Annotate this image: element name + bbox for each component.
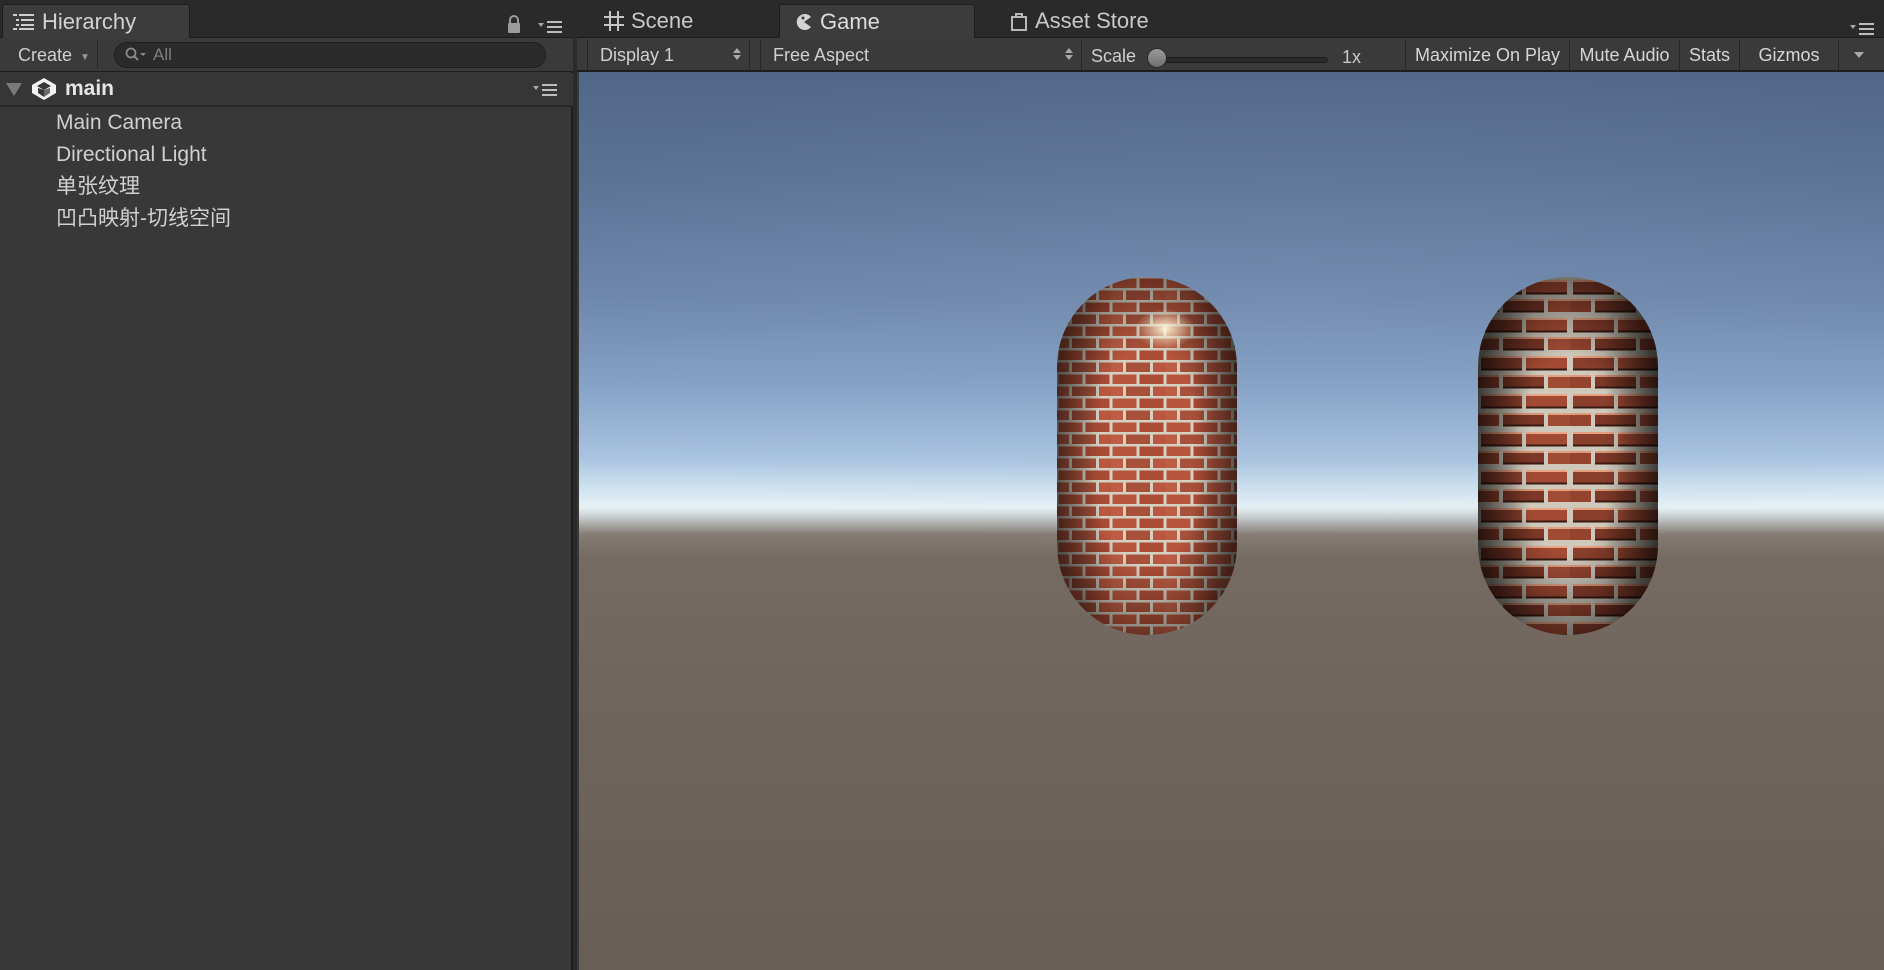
game-viewport[interactable] [579,72,1884,970]
create-label: Create [18,44,73,65]
tab-asset-store-label: Asset Store [1035,8,1149,33]
tab-hierarchy[interactable]: Hierarchy [2,4,190,38]
lock-icon[interactable] [506,14,522,34]
scale-slider-thumb[interactable] [1147,48,1167,68]
hierarchy-item-single-texture[interactable]: 单张纹理 [0,171,573,203]
chevron-down-icon: ▼ [80,51,90,63]
scale-slider-track[interactable] [1148,57,1328,63]
search-icon [125,47,146,61]
capsule-single-texture [1057,277,1237,635]
hierarchy-item-main-camera[interactable]: Main Camera [0,107,573,139]
game-tab-bar: Scene Game Asset Store [577,0,1884,38]
hierarchy-item-bump-mapping[interactable]: 凹凸映射-切线空间 [0,203,573,235]
grid-icon [604,11,624,31]
foldout-arrow-icon[interactable] [6,83,22,96]
updown-arrows-icon [733,48,741,60]
panel-menu-icon[interactable] [538,20,562,34]
tab-scene[interactable]: Scene [589,4,749,38]
bag-icon [1011,13,1027,31]
tab-asset-store[interactable]: Asset Store [995,4,1215,38]
mute-audio-button[interactable]: Mute Audio [1569,40,1679,70]
hierarchy-item-directional-light[interactable]: Directional Light [0,139,573,171]
tab-hierarchy-label: Hierarchy [42,8,137,34]
game-panel: Scene Game Asset Store Display 1 Free As… [577,0,1884,970]
hierarchy-panel: Hierarchy Create ▼ All main Main Camera … [0,0,573,970]
unity-logo-icon [32,78,56,100]
tab-scene-label: Scene [631,8,694,33]
hierarchy-tab-bar: Hierarchy [0,0,573,38]
create-dropdown[interactable]: Create ▼ [6,41,98,69]
scale-value: 1x [1342,47,1362,67]
tab-game-label: Game [820,8,880,34]
scene-name: main [65,77,115,100]
hierarchy-list-icon [13,13,35,31]
updown-arrows-icon [1065,48,1073,60]
hierarchy-search[interactable] [114,42,546,68]
maximize-on-play-button[interactable]: Maximize On Play [1405,40,1569,70]
hierarchy-tree: Main Camera Directional Light 单张纹理 凹凸映射-… [0,107,573,235]
capsule-bump-mapped [1478,277,1658,635]
scene-header-row[interactable]: main [0,73,573,107]
scene-menu-icon[interactable] [533,83,557,97]
pacman-icon [796,13,811,30]
game-panel-menu-icon[interactable] [1850,22,1874,36]
display-select[interactable]: Display 1 [587,40,750,70]
aspect-select-value: Free Aspect [773,44,870,65]
gizmos-dropdown-icon[interactable] [1854,52,1864,58]
gizmos-button[interactable]: Gizmos [1739,40,1839,70]
scale-label: Scale [1091,46,1137,66]
display-select-value: Display 1 [600,44,675,65]
aspect-select[interactable]: Free Aspect [760,40,1082,70]
hierarchy-toolbar: Create ▼ [0,38,573,72]
stats-button[interactable]: Stats [1679,40,1739,70]
game-toolbar: Display 1 Free Aspect Scale 1x Maximize … [577,38,1884,72]
tab-game[interactable]: Game [779,4,975,38]
search-input[interactable] [153,45,533,65]
